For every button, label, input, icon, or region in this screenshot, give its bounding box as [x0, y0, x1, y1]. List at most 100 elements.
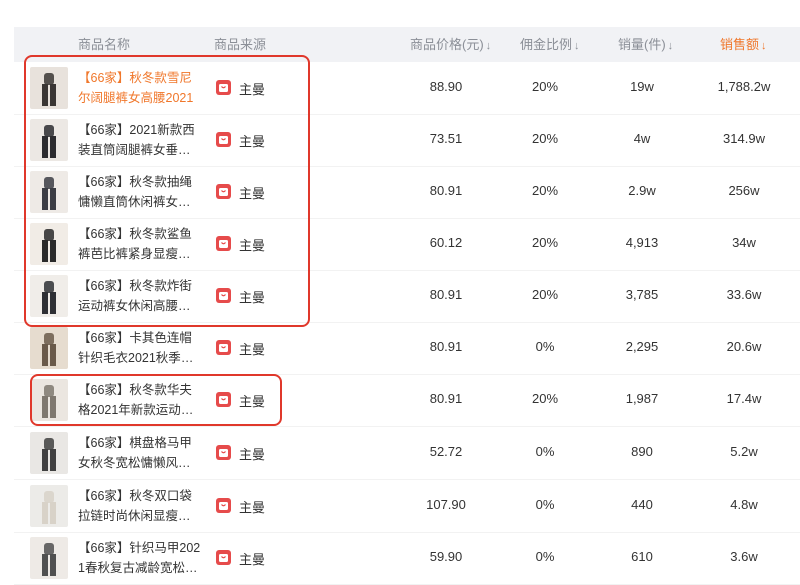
sales-volume: 4w: [633, 131, 651, 146]
product-name[interactable]: 【66家】秋冬双口袋拉链时尚休闲显瘦慵懒: [78, 486, 202, 526]
product-thumbnail[interactable]: [30, 432, 68, 474]
commission-rate: 0%: [535, 339, 555, 354]
product-thumbnail[interactable]: [30, 537, 68, 579]
commission-rate: 0%: [535, 444, 555, 459]
commission-rate: 20%: [531, 131, 559, 146]
sales-revenue: 34w: [732, 235, 756, 250]
product-source: 主曼: [239, 134, 266, 149]
table-row[interactable]: 【66家】针织马甲2021春秋复古减龄宽松外穿 主曼 59.90 0% 610 3.6w: [14, 532, 800, 585]
sales-volume: 2,295: [625, 339, 659, 354]
shop-bag-icon: [216, 445, 231, 460]
header-commission[interactable]: 佣金比例 ↓: [520, 27, 580, 62]
sales-volume: 3,785: [625, 287, 659, 302]
sales-revenue: 33.6w: [726, 287, 762, 302]
product-thumbnail[interactable]: [30, 119, 68, 161]
header-product-source: 商品来源: [214, 37, 267, 52]
table-header: 商品名称 商品来源 商品价格(元) ↓ 佣金比例 ↓ 销量(件) ↓ 销售额 ↓: [14, 27, 800, 62]
product-source: 主曼: [239, 394, 266, 409]
sales-volume: 4,913: [625, 235, 659, 250]
product-name[interactable]: 【66家】2021新款西装直筒阔腿裤女垂感显瘦: [78, 120, 202, 160]
sort-arrow-icon: ↓: [667, 40, 674, 52]
product-price: 80.91: [429, 183, 463, 198]
sort-arrow-icon: ↓: [574, 40, 580, 52]
product-thumbnail[interactable]: [30, 327, 68, 369]
sales-revenue: 5.2w: [730, 444, 758, 459]
commission-rate: 20%: [531, 235, 559, 250]
sales-revenue: 17.4w: [726, 391, 762, 406]
table-row[interactable]: 【66家】2021新款西装直筒阔腿裤女垂感显瘦 主曼 73.51 20% 4w 314.9…: [14, 114, 800, 167]
shop-bag-icon: [216, 80, 231, 95]
table-row[interactable]: 【66家】秋冬双口袋拉链时尚休闲显瘦慵懒 主曼 107.90 0% 440 4.8w: [14, 480, 800, 533]
product-source: 主曼: [239, 447, 266, 462]
product-thumbnail[interactable]: [30, 223, 68, 265]
sales-volume: 610: [631, 549, 653, 564]
shop-bag-icon: [216, 132, 231, 147]
shop-bag-icon: [216, 550, 231, 565]
product-name[interactable]: 【66家】秋冬款抽绳慵懒直筒休闲裤女春秋: [78, 172, 202, 212]
sales-revenue: 314.9w: [723, 131, 765, 146]
product-price: 60.12: [429, 235, 463, 250]
shop-bag-icon: [216, 288, 231, 303]
commission-rate: 0%: [535, 497, 555, 512]
sales-revenue: 3.6w: [730, 549, 758, 564]
product-price: 80.91: [429, 287, 463, 302]
product-source: 主曼: [239, 342, 266, 357]
product-name[interactable]: 【66家】秋冬款雪尼尔阔腿裤女高腰2021: [78, 68, 202, 108]
product-thumbnail[interactable]: [30, 485, 68, 527]
product-source: 主曼: [239, 238, 266, 253]
product-source: 主曼: [239, 552, 266, 567]
product-price: 88.90: [429, 79, 463, 94]
table-row[interactable]: 【66家】秋冬款炸街运动裤女休闲高腰百搭 主曼 80.91 20% 3,785 33.6w: [14, 270, 800, 323]
product-name[interactable]: 【66家】卡其色连帽针织毛衣2021秋季新款: [78, 328, 202, 368]
shop-bag-icon: [216, 236, 231, 251]
product-price: 52.72: [429, 444, 463, 459]
header-sales[interactable]: 销量(件) ↓: [618, 27, 673, 62]
product-name[interactable]: 【66家】针织马甲2021春秋复古减龄宽松外穿: [78, 538, 202, 578]
product-source: 主曼: [239, 290, 266, 305]
sort-arrow-icon: ↓: [485, 40, 492, 52]
shop-bag-icon: [216, 498, 231, 513]
sales-revenue: 256w: [728, 183, 760, 198]
table-row[interactable]: 【66家】秋冬款雪尼尔阔腿裤女高腰2021 主曼 88.90 20% 19w 1,788.…: [14, 62, 800, 115]
header-price[interactable]: 商品价格(元) ↓: [410, 27, 491, 62]
product-price: 80.91: [429, 339, 463, 354]
commission-rate: 20%: [531, 183, 559, 198]
commission-rate: 0%: [535, 549, 555, 564]
sales-volume: 1,987: [625, 391, 659, 406]
product-thumbnail[interactable]: [30, 275, 68, 317]
product-price: 73.51: [429, 131, 463, 146]
sales-volume: 19w: [630, 79, 654, 94]
header-sales-label: 销量(件): [618, 37, 666, 52]
commission-rate: 20%: [531, 391, 559, 406]
header-revenue[interactable]: 销售额 ↓: [720, 27, 767, 62]
product-price: 107.90: [426, 497, 466, 512]
sales-volume: 890: [631, 444, 653, 459]
product-source: 主曼: [239, 186, 266, 201]
table-row[interactable]: 【66家】棋盘格马甲女秋冬宽松慵懒风开衫 主曼 52.72 0% 890 5.2w: [14, 427, 800, 480]
table-row[interactable]: 【66家】秋冬款鲨鱼裤芭比裤紧身显瘦提臀 主曼 60.12 20% 4,913 34w: [14, 218, 800, 271]
sales-volume: 2.9w: [628, 183, 656, 198]
header-price-label: 商品价格(元): [410, 37, 484, 52]
product-source: 主曼: [239, 82, 266, 97]
product-thumbnail[interactable]: [30, 67, 68, 109]
sort-arrow-icon: ↓: [761, 40, 767, 52]
table-row[interactable]: 【66家】秋冬款抽绳慵懒直筒休闲裤女春秋 主曼 80.91 20% 2.9w 256w: [14, 166, 800, 219]
product-source: 主曼: [239, 500, 266, 515]
product-thumbnail[interactable]: [30, 379, 68, 421]
shop-bag-icon: [216, 184, 231, 199]
product-thumbnail[interactable]: [30, 171, 68, 213]
sales-revenue: 4.8w: [730, 497, 758, 512]
shop-bag-icon: [216, 340, 231, 355]
header-product-name: 商品名称: [78, 37, 131, 52]
table-row[interactable]: 【66家】卡其色连帽针织毛衣2021秋季新款 主曼 80.91 0% 2,295 20.6…: [14, 322, 800, 375]
product-name[interactable]: 【66家】秋冬款鲨鱼裤芭比裤紧身显瘦提臀: [78, 224, 202, 264]
sales-revenue: 1,788.2w: [717, 79, 771, 94]
product-price: 80.91: [429, 391, 463, 406]
product-name[interactable]: 【66家】秋冬款华夫格2021年新款运动套装: [78, 380, 202, 420]
product-price: 59.90: [429, 549, 463, 564]
product-name[interactable]: 【66家】秋冬款炸街运动裤女休闲高腰百搭: [78, 276, 202, 316]
commission-rate: 20%: [531, 79, 559, 94]
product-name[interactable]: 【66家】棋盘格马甲女秋冬宽松慵懒风开衫: [78, 433, 202, 473]
table-row[interactable]: 【66家】秋冬款华夫格2021年新款运动套装 主曼 80.91 20% 1,987 17.…: [14, 374, 800, 427]
header-revenue-label: 销售额: [720, 37, 760, 52]
